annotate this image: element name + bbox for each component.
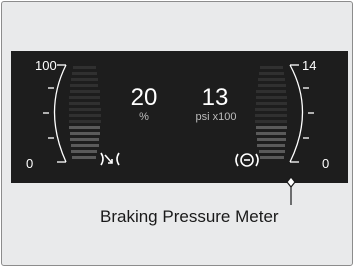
callout-label: Braking Pressure Meter bbox=[100, 207, 279, 226]
figure-frame: 100 0 20 % 14 0 13 psi x100 Braking Pres… bbox=[1, 1, 353, 266]
pointer-arrowhead bbox=[286, 176, 296, 188]
caption-pointer bbox=[286, 176, 296, 205]
